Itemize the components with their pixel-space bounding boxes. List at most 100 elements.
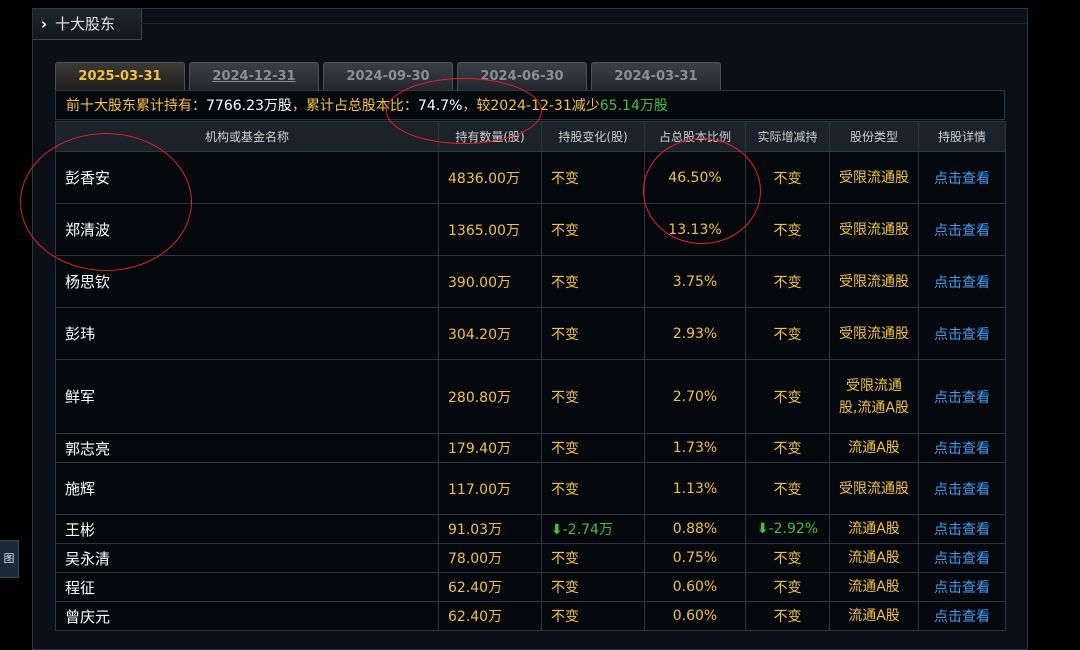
actual-change: 不变 (745, 572, 830, 602)
tab-2025-03-31[interactable]: 2025-03-31 (55, 62, 185, 90)
detail-link[interactable]: 点击查看 (918, 572, 1006, 602)
tab-2024-06-30[interactable]: 2024-06-30 (457, 62, 587, 90)
holding-quantity: 280.80万 (438, 359, 542, 434)
actual-change: 不变 (745, 203, 830, 256)
shareholder-name: 郭志亮 (55, 433, 439, 463)
holding-quantity: 78.00万 (438, 543, 542, 573)
shareholder-name: 王彬 (55, 514, 439, 544)
col-header-actual: 实际增减持 (745, 121, 830, 152)
shareholder-name: 鲜军 (55, 359, 439, 434)
holding-quantity: 1365.00万 (438, 203, 542, 256)
detail-link[interactable]: 点击查看 (918, 359, 1006, 434)
share-type: 受限流通股,流通A股 (829, 359, 919, 434)
panel-title: 十大股东 (55, 15, 116, 33)
share-type: 流通A股 (829, 433, 919, 463)
share-ratio: 0.60% (644, 572, 746, 602)
holding-change: 不变 (541, 572, 645, 602)
actual-change: 不变 (745, 151, 830, 204)
side-panel-stub[interactable]: 图 (0, 540, 19, 578)
share-ratio: 1.13% (644, 462, 746, 515)
share-type: 流通A股 (829, 572, 919, 602)
holding-quantity: 179.40万 (438, 433, 542, 463)
detail-link[interactable]: 点击查看 (918, 433, 1006, 463)
detail-link[interactable]: 点击查看 (918, 151, 1006, 204)
tab-2024-12-31[interactable]: 2024-12-31 (189, 62, 319, 90)
shareholder-name: 彭香安 (55, 151, 439, 204)
total-holdings: 7766.23万股 (206, 98, 292, 114)
share-type: 受限流通股 (829, 462, 919, 515)
holding-change: 不变 (541, 255, 645, 308)
holding-change: 不变 (541, 433, 645, 463)
detail-link[interactable]: 点击查看 (918, 203, 1006, 256)
table-row: 吴永清 78.00万 不变 0.75% 不变 流通A股 点击查看 (55, 543, 1006, 573)
actual-change: ⬇-2.92% (745, 514, 830, 544)
detail-link[interactable]: 点击查看 (918, 601, 1006, 631)
share-ratio: 0.75% (644, 543, 746, 573)
col-header-change: 持股变化(股) (541, 121, 645, 152)
share-type: 流通A股 (829, 543, 919, 573)
shareholder-name: 程征 (55, 572, 439, 602)
table-row: 程征 62.40万 不变 0.60% 不变 流通A股 点击查看 (55, 572, 1006, 602)
col-header-name: 机构或基金名称 (55, 121, 439, 152)
panel-header: › 十大股东 (33, 9, 142, 40)
share-type: 流通A股 (829, 601, 919, 631)
share-type: 受限流通股 (829, 307, 919, 360)
detail-link[interactable]: 点击查看 (918, 307, 1006, 360)
shareholder-name: 施辉 (55, 462, 439, 515)
col-header-ratio: 占总股本比例 (644, 121, 746, 152)
actual-change: 不变 (745, 543, 830, 573)
holding-quantity: 62.40万 (438, 601, 542, 631)
holding-change: 不变 (541, 307, 645, 360)
table-row: 郑清波 1365.00万 不变 13.13% 不变 受限流通股 点击查看 (55, 203, 1006, 256)
actual-change: 不变 (745, 433, 830, 463)
detail-link[interactable]: 点击查看 (918, 514, 1006, 544)
share-ratio: 46.50% (644, 151, 746, 204)
down-arrow-icon: ⬇ (756, 521, 769, 537)
share-ratio: 0.60% (644, 601, 746, 631)
shareholder-name: 曾庆元 (55, 601, 439, 631)
holding-quantity: 304.20万 (438, 307, 542, 360)
share-ratio: 2.93% (644, 307, 746, 360)
table-row: 鲜军 280.80万 不变 2.70% 不变 受限流通股,流通A股 点击查看 (55, 359, 1006, 434)
actual-change: 不变 (745, 307, 830, 360)
share-ratio: 2.70% (644, 359, 746, 434)
tab-2024-09-30[interactable]: 2024-09-30 (323, 62, 453, 90)
actual-change: 不变 (745, 601, 830, 631)
holding-quantity: 117.00万 (438, 462, 542, 515)
table-row: 彭香安 4836.00万 不变 46.50% 不变 受限流通股 点击查看 (55, 151, 1006, 204)
header-strip (141, 9, 1027, 24)
detail-link[interactable]: 点击查看 (918, 462, 1006, 515)
actual-change: 不变 (745, 255, 830, 308)
holding-change: 不变 (541, 359, 645, 434)
down-arrow-icon: ⬇ (551, 522, 563, 538)
holding-quantity: 390.00万 (438, 255, 542, 308)
holding-change: 不变 (541, 151, 645, 204)
share-type: 受限流通股 (829, 151, 919, 204)
holding-quantity: 4836.00万 (438, 151, 542, 204)
detail-link[interactable]: 点击查看 (918, 543, 1006, 573)
detail-link[interactable]: 点击查看 (918, 255, 1006, 308)
share-ratio: 1.73% (644, 433, 746, 463)
table-row: 郭志亮 179.40万 不变 1.73% 不变 流通A股 点击查看 (55, 433, 1006, 463)
table-row: 王彬 91.03万 ⬇-2.74万 0.88% ⬇-2.92% 流通A股 点击查看 (55, 514, 1006, 544)
share-type: 受限流通股 (829, 255, 919, 308)
holding-change: 不变 (541, 543, 645, 573)
share-ratio: 3.75% (644, 255, 746, 308)
tab-2024-03-31[interactable]: 2024-03-31 (591, 62, 721, 90)
shareholder-name: 杨思钦 (55, 255, 439, 308)
col-header-type: 股份类型 (829, 121, 919, 152)
total-ratio: 74.7% (417, 98, 463, 114)
table-header-row: 机构或基金名称 持有数量(股) 持股变化(股) 占总股本比例 实际增减持 股份类… (55, 121, 1006, 152)
table-row: 杨思钦 390.00万 不变 3.75% 不变 受限流通股 点击查看 (55, 255, 1006, 308)
shareholders-table: 机构或基金名称 持有数量(股) 持股变化(股) 占总股本比例 实际增减持 股份类… (55, 121, 1006, 631)
actual-change: 不变 (745, 359, 830, 434)
holdings-change: 65.14万股 (599, 98, 668, 114)
shareholder-name: 吴永清 (55, 543, 439, 573)
col-header-detail: 持股详情 (918, 121, 1006, 152)
col-header-qty: 持有数量(股) (438, 121, 542, 152)
holding-change: 不变 (541, 203, 645, 256)
table-row: 彭玮 304.20万 不变 2.93% 不变 受限流通股 点击查看 (55, 307, 1006, 360)
top-shareholders-panel: › 十大股东 2025-03-31 2024-12-31 2024-09-30 2… (32, 8, 1028, 650)
actual-change: 不变 (745, 462, 830, 515)
share-type: 受限流通股 (829, 203, 919, 256)
